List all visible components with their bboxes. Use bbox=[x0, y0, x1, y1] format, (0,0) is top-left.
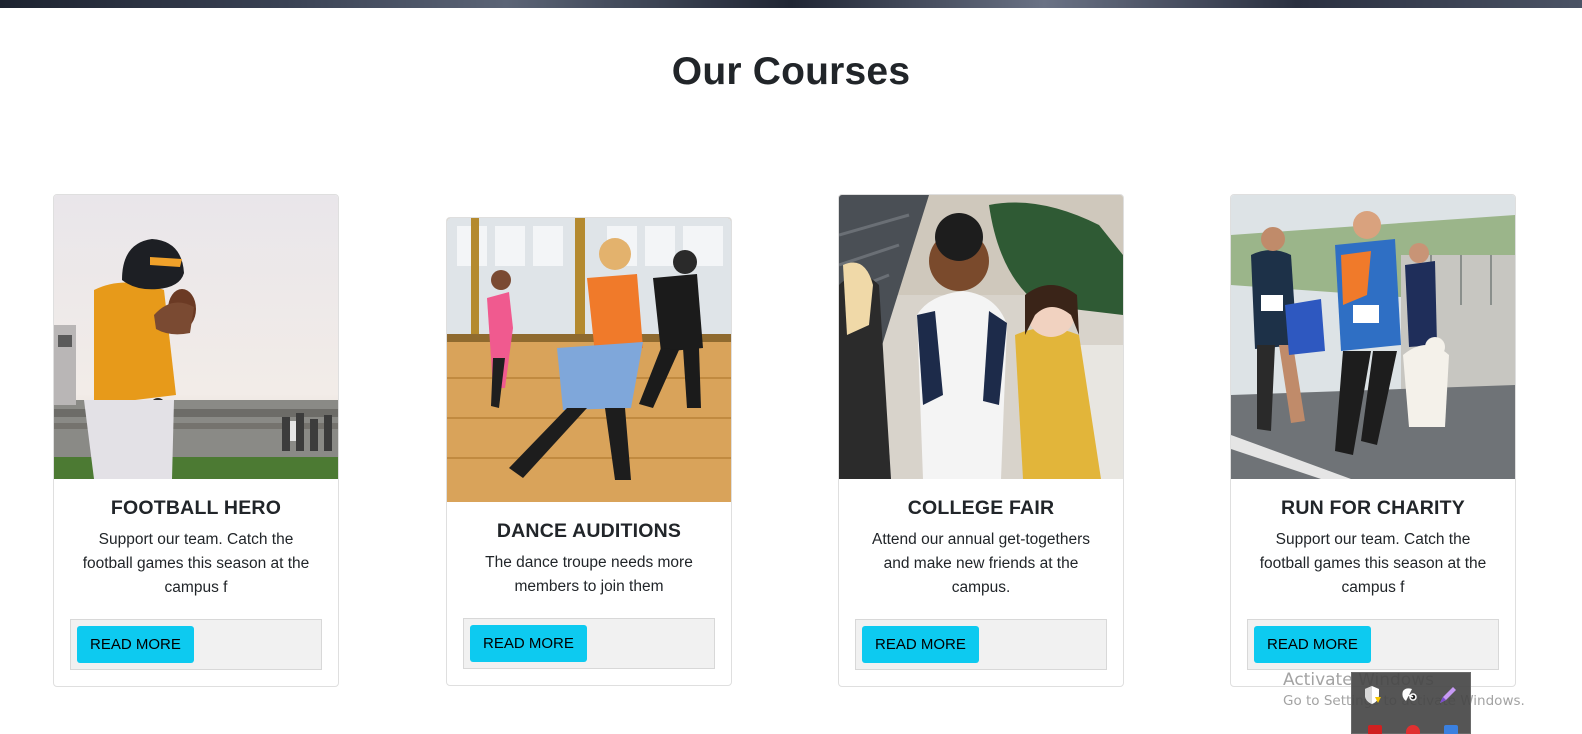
tray-icon-partial-red-round bbox=[1406, 725, 1420, 734]
read-more-button[interactable]: READ MORE bbox=[1254, 626, 1371, 663]
course-description: Attend our annual get-togethers and make… bbox=[871, 531, 1090, 596]
course-card-dance-auditions: DANCE AUDITIONS The dance troupe needs m… bbox=[446, 217, 732, 686]
read-more-button[interactable]: READ MORE bbox=[470, 625, 587, 662]
course-card-college-fair: COLLEGE FAIR Attend our annual get-toget… bbox=[838, 194, 1124, 687]
course-title: FOOTBALL HERO bbox=[110, 497, 282, 519]
course-image-football[interactable] bbox=[54, 195, 338, 479]
course-description: Support our team. Catch the football gam… bbox=[1259, 531, 1487, 596]
read-more-button[interactable]: READ MORE bbox=[77, 626, 194, 663]
system-tray-flyout bbox=[1351, 672, 1471, 734]
hero-image-bottom-edge bbox=[0, 0, 1582, 8]
read-more-button[interactable]: READ MORE bbox=[862, 626, 979, 663]
course-image-dance[interactable] bbox=[447, 218, 731, 502]
course-title: RUN FOR CHARITY bbox=[1281, 497, 1465, 519]
course-image-run-for-charity[interactable] bbox=[1231, 195, 1515, 479]
course-title: COLLEGE FAIR bbox=[907, 497, 1055, 519]
tray-icon-partial-red bbox=[1368, 725, 1382, 734]
card-footer: READ MORE bbox=[1247, 619, 1499, 670]
course-title: DANCE AUDITIONS bbox=[496, 520, 682, 542]
course-card-football-hero: FOOTBALL HERO Support our team. Catch th… bbox=[53, 194, 339, 687]
course-description: Support our team. Catch the football gam… bbox=[82, 531, 310, 596]
satellite-dish-icon[interactable] bbox=[1398, 683, 1422, 707]
card-footer: READ MORE bbox=[463, 618, 715, 669]
section-title: Our Courses bbox=[671, 50, 911, 93]
tray-icon-partial-blue bbox=[1444, 725, 1458, 734]
course-card-run-for-charity: RUN FOR CHARITY Support our team. Catch … bbox=[1230, 194, 1516, 687]
card-footer: READ MORE bbox=[70, 619, 322, 670]
course-description: The dance troupe needs more members to j… bbox=[485, 554, 693, 595]
course-image-college-fair[interactable] bbox=[839, 195, 1123, 479]
pen-icon[interactable] bbox=[1436, 683, 1460, 707]
card-footer: READ MORE bbox=[855, 619, 1107, 670]
shield-warning-icon[interactable] bbox=[1360, 683, 1384, 707]
